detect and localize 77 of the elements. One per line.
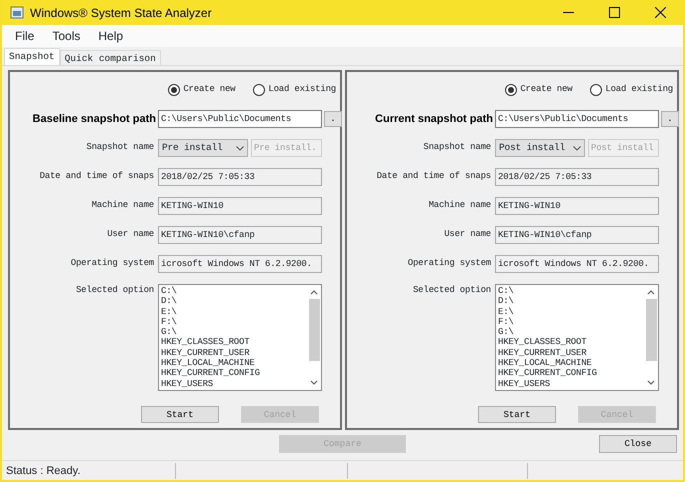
field-label: Snapshot name <box>422 141 492 154</box>
status-text: Status : Ready. <box>6 464 80 476</box>
info-field: 2018/02/25 7:05:33 <box>158 168 322 186</box>
menu-item[interactable]: File <box>6 27 44 45</box>
radio-label: Create new <box>520 83 572 96</box>
browse-button[interactable]: . <box>324 111 342 127</box>
info-field: icrosoft Windows NT 6.2.9200. <box>495 255 659 273</box>
field-label: Date and time of snaps <box>38 170 155 184</box>
field-label: Machine name <box>90 199 155 212</box>
list-item: HKEY_USERS <box>161 378 214 389</box>
name-field: Post install <box>588 139 659 157</box>
caret-icon <box>236 146 244 150</box>
info-field: icrosoft Windows NT 6.2.9200. <box>158 255 322 273</box>
field-label: User name <box>443 228 492 242</box>
info-field: KETING-WIN10 <box>158 197 322 215</box>
snapshot-name-dropdown[interactable]: Post install <box>495 139 585 157</box>
list-item: HKEY_CURRENT_CONFIG <box>161 368 261 379</box>
options-list[interactable]: C:\ D:\ E:\ F:\ G:\ HKEY_CLASSES_ROOT HKEY_CURRENT_USER HKEY_LOCAL_MACHINE HKEY_CURRENT_CONFIG HKEY_USERS <box>495 284 659 391</box>
list-item: HKEY_CURRENT_USER <box>498 348 588 358</box>
field-label: Date and time of snaps <box>376 170 492 184</box>
path-label: Baseline snapshot path <box>32 112 156 127</box>
tab[interactable]: Quick comparison <box>60 50 161 65</box>
list-item: C:\ <box>161 286 178 296</box>
caret-icon <box>573 146 581 150</box>
list-item: D:\ <box>498 296 515 307</box>
list-item: HKEY_USERS <box>498 378 552 389</box>
field-label: Operating system <box>406 257 492 270</box>
list-item: HKEY_LOCAL_MACHINE <box>161 358 256 368</box>
path-field[interactable]: C:\Users\Public\Documents <box>495 110 659 128</box>
info-field: KETING-WIN10\cfanp <box>495 226 659 244</box>
app-icon <box>10 6 24 19</box>
snapshot-name-dropdown[interactable]: Pre install <box>158 139 248 157</box>
menu-item[interactable]: Tools <box>43 27 90 45</box>
path-label: Current snapshot path <box>374 112 493 127</box>
list-item: HKEY_CLASSES_ROOT <box>161 337 250 348</box>
menu-item[interactable]: Help <box>89 27 132 45</box>
list-item: HKEY_CURRENT_USER <box>161 348 250 358</box>
footer-button[interactable]: Close <box>599 435 677 453</box>
list-item: HKEY_CURRENT_CONFIG <box>498 368 598 379</box>
radio-button[interactable] <box>253 84 266 96</box>
field-label: Operating system <box>70 257 155 270</box>
field-label: Selected option <box>412 284 492 297</box>
radio-button[interactable] <box>505 84 518 96</box>
list-item: G:\ <box>161 327 178 338</box>
field-label: Machine name <box>428 199 492 212</box>
radio-label: Load existing <box>605 83 673 96</box>
dropdown-value: Post install <box>499 140 566 155</box>
name-field: Pre install. <box>251 139 322 157</box>
radio-button[interactable] <box>168 84 180 96</box>
radio-label: Create new <box>183 83 236 96</box>
browse-button[interactable]: . <box>661 111 679 127</box>
info-field: KETING-WIN10 <box>495 197 659 215</box>
list-item: G:\ <box>498 327 515 338</box>
field-label: Snapshot name <box>85 141 155 154</box>
window-title: Windows® System State Analyzer <box>30 4 212 22</box>
action-button[interactable]: Start <box>478 406 556 423</box>
field-label: Selected option <box>74 284 155 297</box>
list-item: D:\ <box>161 296 178 307</box>
scroll-thumb[interactable] <box>308 299 320 361</box>
field-label: User name <box>106 228 155 242</box>
list-item: E:\ <box>498 306 515 317</box>
radio-label: Load existing <box>268 83 336 96</box>
list-item: C:\ <box>498 286 515 296</box>
list-item: HKEY_CLASSES_ROOT <box>498 337 588 348</box>
path-field[interactable]: C:\Users\Public\Documents <box>158 110 322 128</box>
dropdown-value: Pre install <box>162 140 223 155</box>
radio-button[interactable] <box>590 84 602 96</box>
list-item: F:\ <box>498 316 515 328</box>
list-item: HKEY_LOCAL_MACHINE <box>498 358 593 368</box>
action-button[interactable]: Start <box>141 406 219 423</box>
list-item: F:\ <box>161 316 178 328</box>
tab[interactable]: Snapshot <box>4 48 60 65</box>
info-field: KETING-WIN10\cfanp <box>158 226 322 244</box>
options-list[interactable]: C:\ D:\ E:\ F:\ G:\ HKEY_CLASSES_ROOT HKEY_CURRENT_USER HKEY_LOCAL_MACHINE HKEY_CURRENT_CONFIG HKEY_USERS <box>158 284 322 391</box>
info-field: 2018/02/25 7:05:33 <box>495 168 659 186</box>
scroll-thumb[interactable] <box>646 299 656 361</box>
list-item: E:\ <box>161 306 178 317</box>
